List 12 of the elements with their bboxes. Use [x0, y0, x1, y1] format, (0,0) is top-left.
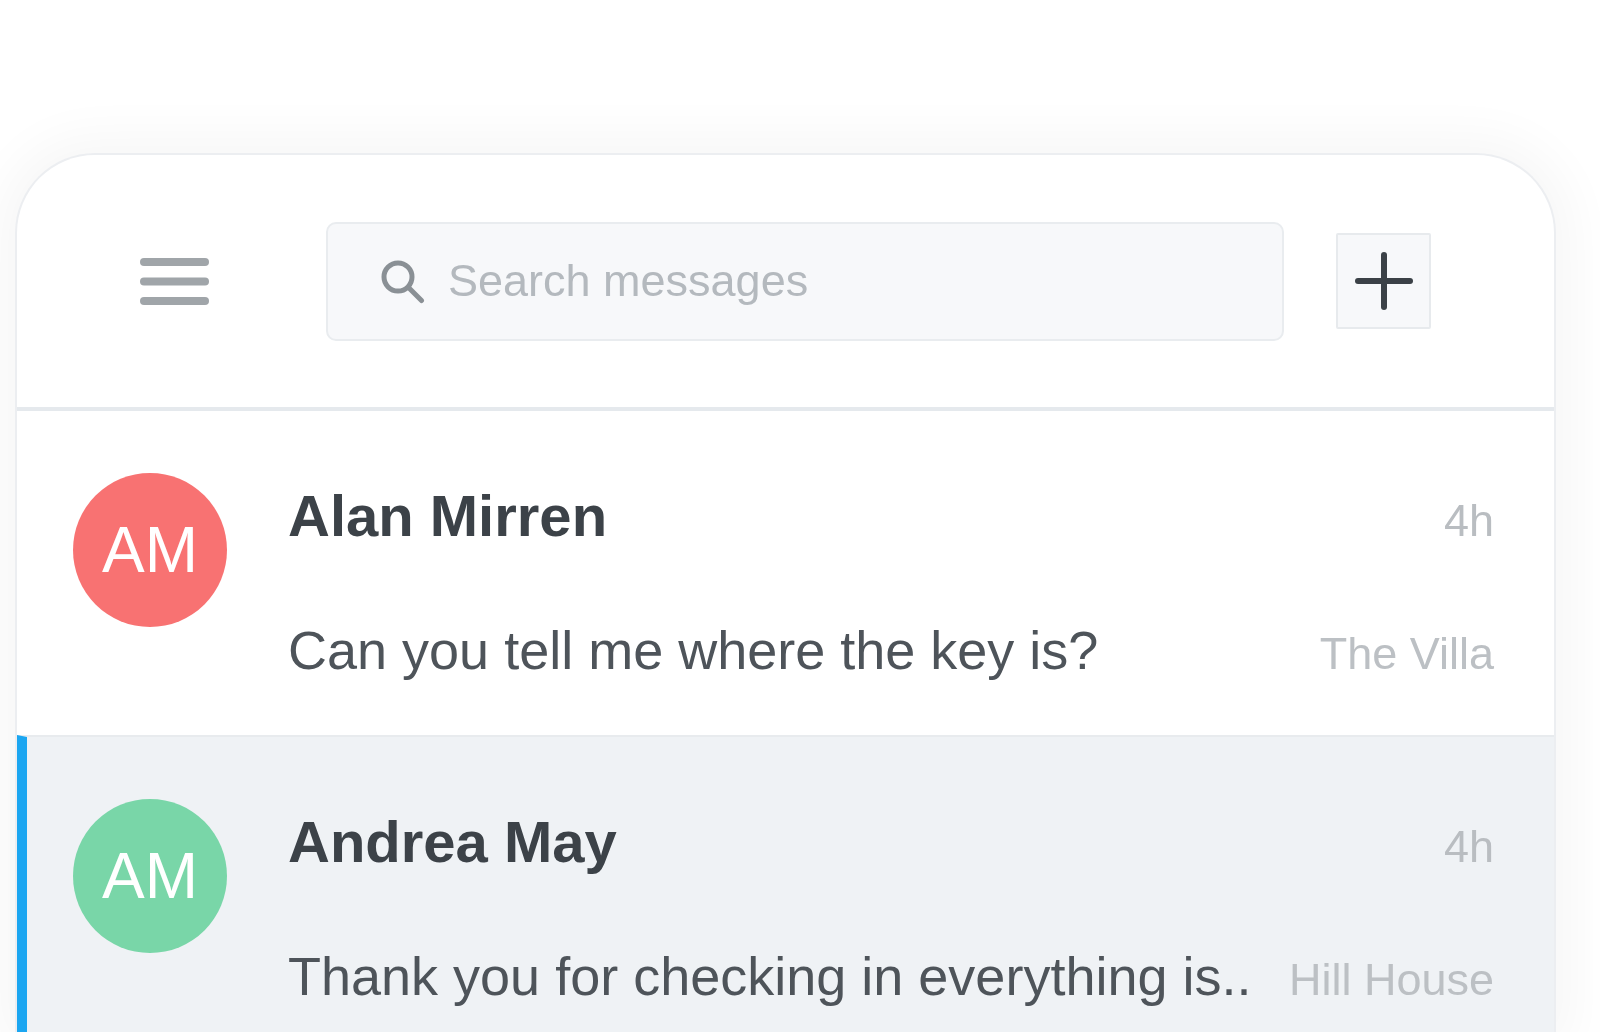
message-time: 4h	[1443, 494, 1494, 548]
plus-icon	[1354, 252, 1413, 310]
search-field[interactable]: Search messages	[326, 221, 1284, 341]
message-preview: Thank you for checking in everything is..	[288, 945, 1252, 1008]
message-preview: Can you tell me where the key is?	[288, 619, 1099, 682]
contact-name: Andrea May	[288, 808, 617, 876]
avatar: AM	[73, 799, 227, 953]
contact-name: Alan Mirren	[288, 482, 608, 550]
property-name: The Villa	[1319, 627, 1494, 681]
add-button[interactable]	[1336, 233, 1431, 329]
avatar: AM	[73, 473, 227, 627]
search-icon	[380, 258, 425, 304]
